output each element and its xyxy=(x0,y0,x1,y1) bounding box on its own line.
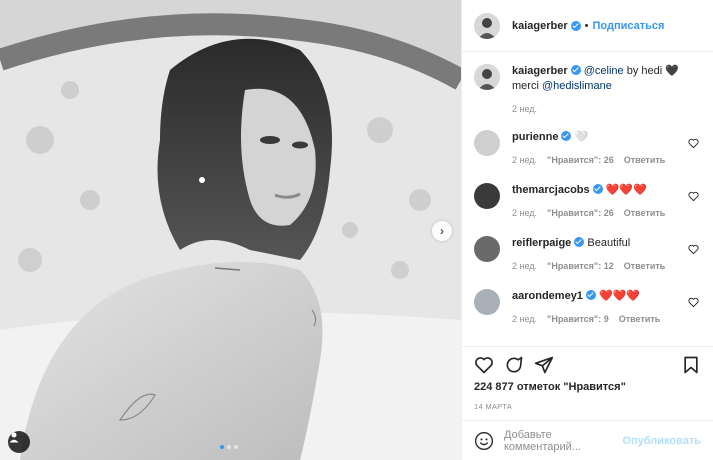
verified-icon xyxy=(592,184,603,194)
avatar[interactable] xyxy=(474,236,500,262)
separator-dot: • xyxy=(584,19,589,32)
publish-button[interactable]: Опубликовать xyxy=(622,435,701,447)
comment-row: reiflerpaige Beautiful 2 нед. "Нравится"… xyxy=(462,236,713,289)
caption: kaiagerber @celine by hedi 🖤 merci @hedi… xyxy=(462,64,713,130)
emoji-icon[interactable] xyxy=(474,431,494,451)
comment-username[interactable]: purienne xyxy=(512,131,558,143)
comment-text: ❤️❤️❤️ xyxy=(599,290,641,302)
reply-button[interactable]: Ответить xyxy=(624,155,666,165)
follow-button[interactable]: Подписаться xyxy=(593,20,665,32)
comment-text: ❤️❤️❤️ xyxy=(605,184,647,196)
heart-icon[interactable] xyxy=(688,297,699,308)
photo-image xyxy=(0,0,461,460)
comment-likes[interactable]: "Нравится": 9 xyxy=(547,314,609,324)
carousel-dot-3 xyxy=(234,445,238,449)
post-photo[interactable]: › xyxy=(0,0,461,460)
post-side-panel: kaiagerber • Подписаться kaiagerber @cel… xyxy=(461,0,713,460)
comment-row: purienne 🤍 2 нед. "Нравится": 26 Ответит… xyxy=(462,130,713,183)
verified-icon xyxy=(570,65,581,75)
bookmark-icon[interactable] xyxy=(681,355,701,375)
caption-text: merci xyxy=(512,80,539,92)
comment-icon[interactable] xyxy=(504,355,524,375)
avatar[interactable] xyxy=(474,12,500,39)
likes-count[interactable]: 224 877 отметок "Нравится" xyxy=(474,381,701,393)
verified-icon xyxy=(574,237,585,247)
comment-username[interactable]: aarondemey1 xyxy=(512,290,583,302)
next-slide-button[interactable]: › xyxy=(432,221,452,241)
chevron-right-icon: › xyxy=(440,224,444,238)
author-username[interactable]: kaiagerber xyxy=(512,20,568,32)
carousel-dot-2 xyxy=(227,445,231,449)
avatar[interactable] xyxy=(474,183,500,209)
reply-button[interactable]: Ответить xyxy=(624,208,666,218)
comment-likes[interactable]: "Нравится": 26 xyxy=(547,208,614,218)
reply-button[interactable]: Ответить xyxy=(619,314,661,324)
post-header: kaiagerber • Подписаться xyxy=(462,0,713,52)
avatar-image xyxy=(474,64,500,90)
user-tag-icon xyxy=(9,432,19,443)
comment-likes[interactable]: "Нравится": 12 xyxy=(547,261,614,271)
black-heart-icon: 🖤 xyxy=(665,65,679,77)
avatar[interactable] xyxy=(474,130,500,156)
like-heart-icon[interactable] xyxy=(474,355,494,375)
comment-composer: Добавьте комментарий... Опубликовать xyxy=(462,420,713,460)
comment-age[interactable]: 2 нед. xyxy=(512,155,537,165)
verified-icon xyxy=(585,290,596,300)
share-icon[interactable] xyxy=(534,355,554,375)
reply-button[interactable]: Ответить xyxy=(624,261,666,271)
caption-mention-link[interactable]: @celine xyxy=(584,65,624,77)
comment-row: themarcjacobs ❤️❤️❤️ 2 нед. "Нравится": … xyxy=(462,183,713,236)
comment-input[interactable]: Добавьте комментарий... xyxy=(504,429,622,453)
avatar-image xyxy=(474,12,500,39)
verified-icon xyxy=(561,131,572,141)
comment-age[interactable]: 2 нед. xyxy=(512,314,537,324)
avatar[interactable] xyxy=(474,64,500,90)
comment-username[interactable]: themarcjacobs xyxy=(512,184,590,196)
caption-age[interactable]: 2 нед. xyxy=(512,104,537,114)
post-date[interactable]: 14 марта xyxy=(474,402,701,411)
comment-row: aarondemey1 ❤️❤️❤️ 2 нед. "Нравится": 9 … xyxy=(462,289,713,342)
comment-age[interactable]: 2 нед. xyxy=(512,261,537,271)
comments-list: kaiagerber @celine by hedi 🖤 merci @hedi… xyxy=(462,64,713,342)
user-tag-button[interactable] xyxy=(8,431,30,453)
comment-likes[interactable]: "Нравится": 26 xyxy=(547,155,614,165)
carousel-dot-1 xyxy=(220,445,224,449)
comment-text: Beautiful xyxy=(587,237,631,249)
caption-text: by hedi xyxy=(626,65,663,77)
comment-text: 🤍 xyxy=(574,131,589,143)
heart-icon[interactable] xyxy=(688,138,699,149)
heart-icon[interactable] xyxy=(688,191,699,202)
comment-username[interactable]: reiflerpaige xyxy=(512,237,571,249)
action-bar: 224 877 отметок "Нравится" 14 марта xyxy=(462,346,713,411)
comment-age[interactable]: 2 нед. xyxy=(512,208,537,218)
avatar[interactable] xyxy=(474,289,500,315)
caption-username[interactable]: kaiagerber xyxy=(512,65,568,77)
heart-icon[interactable] xyxy=(688,244,699,255)
caption-mention-link[interactable]: @hedislimane xyxy=(542,80,612,92)
verified-icon xyxy=(570,20,581,31)
carousel-indicator xyxy=(220,445,238,449)
